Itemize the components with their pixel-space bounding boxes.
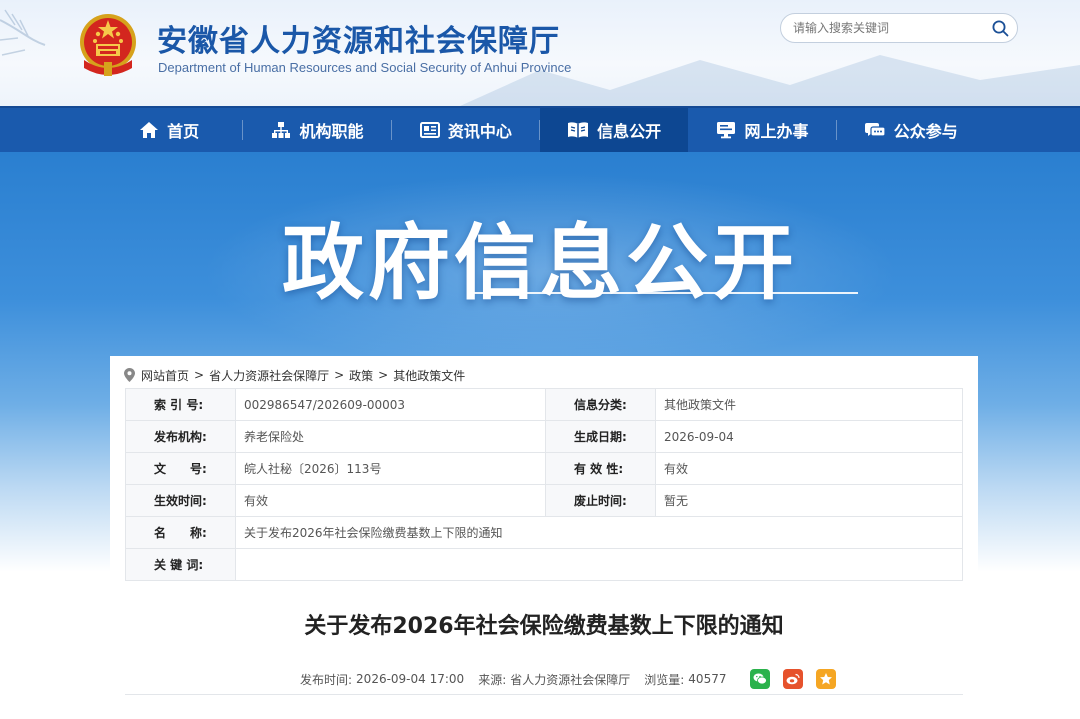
meta-label: 索 引 号: (125, 388, 236, 421)
source-label: 来源: (478, 672, 507, 687)
nav-item-label: 机构职能 (299, 122, 364, 141)
org-chart-icon (272, 122, 291, 138)
monitor-icon (717, 122, 736, 139)
meta-index-no: 002986547/202609-00003 (235, 388, 546, 421)
breadcrumb-separator: > (194, 368, 205, 382)
nav-item-info-disclosure[interactable]: 信息公开 (539, 108, 689, 152)
chat-icon (864, 123, 886, 137)
breadcrumb-separator: > (334, 368, 345, 382)
meta-keywords (235, 548, 963, 581)
meta-label: 名 称: (125, 516, 236, 549)
location-pin-icon (124, 368, 135, 382)
site-title: 安徽省人力资源和社会保障厅 (157, 24, 560, 59)
meta-issuer: 养老保险处 (235, 420, 546, 453)
search-icon (992, 20, 1008, 36)
meta-label: 信息分类: (545, 388, 656, 421)
search-input[interactable] (793, 15, 983, 41)
article-info: 发布时间: 2026-09-04 17:00 来源: 省人力资源社会保障厅 浏览… (300, 668, 840, 690)
banner-underline (472, 292, 858, 294)
meta-label: 生成日期: (545, 420, 656, 453)
nav-item-label: 公众参与 (893, 122, 958, 141)
view-count: 40577 (688, 672, 727, 686)
table-row: 索 引 号: 002986547/202609-00003 信息分类: 其他政策… (125, 388, 963, 421)
weibo-icon (786, 673, 801, 685)
breadcrumb-home[interactable]: 网站首页 (141, 367, 189, 384)
document-meta-table: 索 引 号: 002986547/202609-00003 信息分类: 其他政策… (125, 388, 963, 581)
national-emblem-icon (80, 14, 136, 76)
site-subtitle: Department of Human Resources and Social… (158, 60, 572, 75)
nav-item-online-services[interactable]: 网上办事 (688, 108, 837, 152)
nav-item-public-participation[interactable]: 公众参与 (837, 108, 985, 152)
share-weibo-button[interactable] (783, 669, 804, 689)
nav-item-label: 资讯中心 (447, 122, 512, 141)
table-row: 文 号: 皖人社秘〔2026〕113号 有 效 性: 有效 (125, 452, 963, 485)
source: 省人力资源社会保障厅 (510, 672, 631, 687)
share-wechat-button[interactable] (750, 669, 771, 689)
nav-item-organization[interactable]: 机构职能 (243, 108, 392, 152)
views-label: 浏览量: (644, 672, 685, 687)
breadcrumb-department[interactable]: 省人力资源社会保障厅 (209, 367, 329, 384)
table-row: 名 称: 关于发布2026年社会保险缴费基数上下限的通知 (125, 516, 963, 549)
nav-item-label: 首页 (167, 122, 200, 141)
meta-label: 发布机构: (125, 420, 236, 453)
star-icon (820, 673, 833, 685)
table-row: 发布机构: 养老保险处 生成日期: 2026-09-04 (125, 420, 963, 453)
meta-label: 文 号: (125, 452, 236, 485)
add-favorite-button[interactable] (816, 669, 837, 689)
main-nav: 首页 机构职能 资讯中心 信息公开 网上办事 公众参与 (0, 106, 1080, 152)
breadcrumb-policy[interactable]: 政策 (349, 367, 373, 384)
breadcrumb-other-policy[interactable]: 其他政策文件 (393, 367, 465, 384)
breadcrumb-separator: > (378, 368, 389, 382)
wechat-icon (753, 673, 768, 685)
nav-item-label: 信息公开 (597, 122, 662, 141)
publish-time: 2026-09-04 17:00 (356, 672, 465, 686)
banner-title: 政府信息公开 (281, 216, 798, 311)
meta-effective-time: 有效 (235, 484, 546, 517)
meta-repeal-time: 暂无 (655, 484, 963, 517)
nav-item-label: 网上办事 (744, 122, 809, 141)
pine-branch-decoration (0, 9, 46, 56)
meta-validity: 有效 (655, 452, 963, 485)
meta-category: 其他政策文件 (655, 388, 963, 421)
meta-document-name: 关于发布2026年社会保险缴费基数上下限的通知 (235, 516, 963, 549)
publish-time-label: 发布时间: (300, 672, 353, 687)
meta-created-date: 2026-09-04 (655, 420, 963, 453)
site-header: 安徽省人力资源和社会保障厅 Department of Human Resour… (0, 0, 1080, 106)
meta-label: 废止时间: (545, 484, 656, 517)
nav-item-news[interactable]: 资讯中心 (392, 108, 540, 152)
news-icon (419, 122, 440, 138)
table-row: 关 键 词: (125, 548, 963, 581)
meta-label: 关 键 词: (125, 548, 236, 581)
home-icon (140, 122, 159, 138)
content-card: 网站首页 > 省人力资源社会保障厅 > 政策 > 其他政策文件 索 引 号: 0… (110, 356, 978, 719)
divider (125, 694, 963, 695)
search-box (780, 13, 1018, 43)
meta-label: 生效时间: (125, 484, 236, 517)
nav-item-home[interactable]: 首页 (95, 108, 244, 152)
search-button[interactable] (983, 14, 1017, 42)
article-title: 关于发布2026年社会保险缴费基数上下限的通知 (304, 614, 784, 639)
meta-doc-no: 皖人社秘〔2026〕113号 (235, 452, 546, 485)
breadcrumb: 网站首页 > 省人力资源社会保障厅 > 政策 > 其他政策文件 (124, 365, 465, 385)
open-book-icon (568, 122, 589, 138)
meta-label: 有 效 性: (545, 452, 656, 485)
table-row: 生效时间: 有效 废止时间: 暂无 (125, 484, 963, 517)
